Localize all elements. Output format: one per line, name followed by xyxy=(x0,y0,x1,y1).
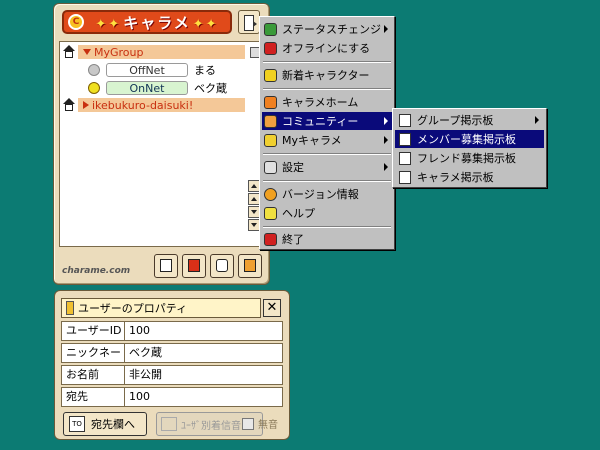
main-menu-button[interactable] xyxy=(238,10,260,34)
buddy-list-window: C ✦✦キャラメ✦✦ MyGroup OffNet まる OnNet ベク蔵 xyxy=(53,3,270,285)
submenu-item-friend-board[interactable]: フレンド募集掲示板 xyxy=(395,149,544,167)
menu-item-exit[interactable]: 終了 xyxy=(262,230,392,248)
submenu-arrow-icon xyxy=(384,25,388,33)
buddy-row[interactable]: OnNet ベク蔵 xyxy=(88,80,227,96)
star-icon: ✦✦ xyxy=(95,16,122,32)
logo-title: キャラメ xyxy=(123,13,191,32)
new-character-icon xyxy=(264,68,277,82)
home-icon xyxy=(264,95,277,109)
submenu-arrow-icon xyxy=(384,117,388,125)
buddy-tree: MyGroup OffNet まる OnNet ベク蔵 ikebukuro-da… xyxy=(59,41,263,247)
checkbox-icon[interactable] xyxy=(242,417,254,430)
buddy-row[interactable]: OffNet まる xyxy=(88,62,216,78)
exit-icon xyxy=(264,232,277,246)
menu-item-settings[interactable]: 設定 xyxy=(262,158,392,176)
user-property-window: ユーザーのプロパティ ✕ ユーザーID 100 ニックネーム ベク蔵 お名前 非… xyxy=(54,290,290,440)
property-label: ユーザーID xyxy=(61,321,125,341)
status-icon xyxy=(264,22,277,36)
property-row-nickname: ニックネーム ベク蔵 xyxy=(61,343,283,377)
message-button[interactable] xyxy=(182,254,206,278)
profile-button[interactable] xyxy=(238,254,262,278)
menu-item-status-change[interactable]: ステータスチェンジ xyxy=(262,20,392,38)
to-address-button[interactable]: TO 宛先欄へ xyxy=(63,412,147,436)
community-icon xyxy=(264,114,277,128)
property-value[interactable]: 非公開 xyxy=(125,365,283,385)
offline-face-icon xyxy=(88,64,100,76)
buddy-name: ベク蔵 xyxy=(194,82,227,95)
collapse-icon[interactable] xyxy=(83,101,89,109)
main-context-menu: ステータスチェンジ オフラインにする 新着キャラクター キャラメホーム コミュニ… xyxy=(259,16,395,250)
submenu-item-member-board[interactable]: メンバー募集掲示板 xyxy=(395,130,544,148)
board-icon xyxy=(399,132,411,146)
menu-item-new-character[interactable]: 新着キャラクター xyxy=(262,66,392,84)
brand-label: charame.com xyxy=(62,266,131,276)
status-badge: OffNet xyxy=(106,63,188,77)
expand-icon[interactable] xyxy=(83,49,91,55)
property-value[interactable]: 100 xyxy=(125,387,283,407)
star-icon: ✦✦ xyxy=(192,16,219,32)
board-icon xyxy=(399,113,411,127)
board-icon xyxy=(399,170,411,184)
property-row-name: お名前 非公開 xyxy=(61,365,283,385)
help-icon xyxy=(264,206,277,220)
community-submenu: グループ掲示板 メンバー募集掲示板 フレンド募集掲示板 キャラメ掲示板 xyxy=(392,108,547,188)
status-badge: OnNet xyxy=(106,81,188,95)
submenu-arrow-icon xyxy=(535,116,539,124)
menu-separator xyxy=(263,153,391,155)
property-title-bar: ユーザーのプロパティ xyxy=(61,298,261,318)
property-label: 宛先 xyxy=(61,387,125,407)
property-label: お名前 xyxy=(61,365,125,385)
ringtone-icon xyxy=(161,417,177,431)
group-row-mygroup[interactable]: MyGroup xyxy=(62,44,245,60)
chat-button[interactable] xyxy=(210,254,234,278)
online-face-icon xyxy=(88,82,100,94)
group-name: ikebukuro-daisuki! xyxy=(92,98,194,112)
house-icon xyxy=(62,98,76,112)
property-value[interactable]: ベク蔵 xyxy=(125,343,283,363)
menu-item-my-charame[interactable]: Myキャラメ xyxy=(262,131,392,149)
menu-separator xyxy=(263,180,391,182)
menu-item-offline[interactable]: オフラインにする xyxy=(262,39,392,57)
offline-icon xyxy=(264,41,277,55)
submenu-arrow-icon xyxy=(384,163,388,171)
property-value[interactable]: 100 xyxy=(125,321,283,341)
memo-button[interactable] xyxy=(154,254,178,278)
menu-separator xyxy=(263,61,391,63)
version-icon xyxy=(264,187,277,201)
mute-checkbox[interactable]: 無音 xyxy=(242,416,278,431)
menu-separator xyxy=(263,226,391,228)
property-title: ユーザーのプロパティ xyxy=(78,302,188,315)
group-name: MyGroup xyxy=(94,45,144,59)
settings-icon xyxy=(264,160,277,174)
menu-separator xyxy=(263,88,391,90)
property-icon xyxy=(66,301,74,315)
submenu-item-charame-board[interactable]: キャラメ掲示板 xyxy=(395,168,544,186)
submenu-item-group-board[interactable]: グループ掲示板 xyxy=(395,111,544,129)
charame-logo[interactable]: C ✦✦ キャラメ ✦✦ xyxy=(62,10,232,34)
logo-c-icon: C xyxy=(68,14,84,30)
menu-item-home[interactable]: キャラメホーム xyxy=(262,93,392,111)
house-icon xyxy=(62,45,76,59)
menu-item-community[interactable]: コミュニティー xyxy=(262,112,392,130)
my-charame-icon xyxy=(264,133,277,147)
buddy-name: まる xyxy=(194,64,216,77)
property-row-user-id: ユーザーID 100 xyxy=(61,321,283,341)
menu-item-version[interactable]: バージョン情報 xyxy=(262,185,392,203)
property-row-address: 宛先 100 xyxy=(61,387,283,407)
group-row-ikebukuro[interactable]: ikebukuro-daisuki! xyxy=(62,97,245,113)
to-icon: TO xyxy=(69,416,85,432)
close-button[interactable]: ✕ xyxy=(263,299,281,317)
property-label: ニックネーム xyxy=(61,343,125,377)
board-icon xyxy=(399,151,411,165)
menu-item-help[interactable]: ヘルプ xyxy=(262,204,392,222)
submenu-arrow-icon xyxy=(384,136,388,144)
